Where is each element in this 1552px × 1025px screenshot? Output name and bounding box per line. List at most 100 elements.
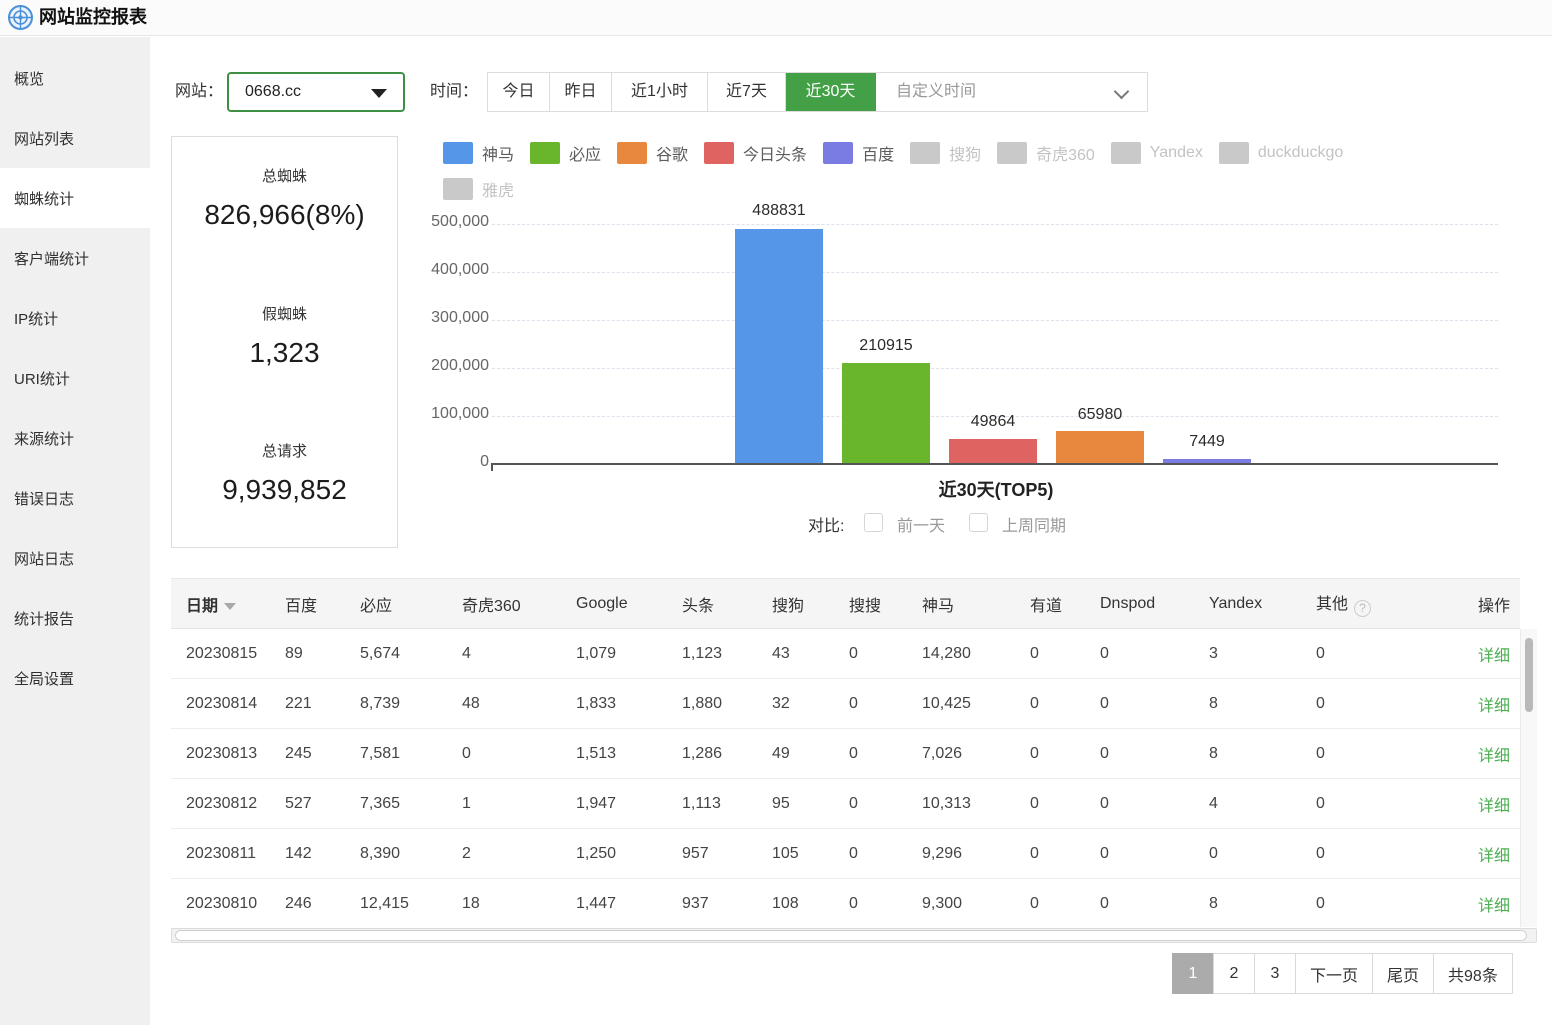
custom-time-select[interactable]: 自定义时间 [876, 73, 1147, 111]
table-row: 20230815 89 5,674 4 1,079 1,123 43 0 14,… [171, 629, 1520, 679]
cell: 245 [285, 729, 360, 779]
detail-link[interactable]: 详细 [1478, 848, 1510, 865]
vertical-scrollbar-thumb[interactable] [1525, 638, 1533, 712]
sidebar-item-source-stats[interactable]: 来源统计 [0, 408, 150, 468]
cell: 1,123 [682, 629, 772, 679]
bar-toutiao[interactable] [949, 439, 1037, 463]
legend-item-yandex[interactable]: Yandex [1111, 142, 1203, 164]
cell: 108 [772, 879, 849, 929]
top-bar: 网站监控报表 [0, 0, 1552, 36]
legend-item-bing[interactable]: 必应 [530, 141, 601, 165]
cell: 0 [1100, 729, 1209, 779]
fake-spiders-label: 假蜘蛛 [172, 303, 397, 324]
time-btn-last-7-days[interactable]: 近7天 [708, 73, 786, 111]
detail-link[interactable]: 详细 [1478, 698, 1510, 715]
fake-spiders-value: 1,323 [172, 337, 397, 369]
time-btn-today[interactable]: 今日 [488, 73, 550, 111]
cell: 1,079 [576, 629, 682, 679]
sidebar-item-uri-stats[interactable]: URI统计 [0, 348, 150, 408]
time-btn-last-1-hour[interactable]: 近1小时 [612, 73, 708, 111]
cell: 0 [849, 779, 922, 829]
legend-item-toutiao[interactable]: 今日头条 [704, 141, 807, 165]
target-logo-icon [7, 4, 34, 31]
cell: 0 [1030, 879, 1100, 929]
cell: 9,300 [922, 879, 1030, 929]
cell-date: 20230814 [171, 679, 285, 729]
sidebar-item-client-stats[interactable]: 客户端统计 [0, 228, 150, 288]
cell: 95 [772, 779, 849, 829]
detail-link[interactable]: 详细 [1478, 798, 1510, 815]
detail-link[interactable]: 详细 [1478, 898, 1510, 915]
cell: 8 [1209, 879, 1316, 929]
cell: 1,113 [682, 779, 772, 829]
cell: 0 [1030, 679, 1100, 729]
time-range-group: 今日 昨日 近1小时 近7天 近30天 自定义时间 [487, 72, 1148, 112]
cell: 49 [772, 729, 849, 779]
cell: 937 [682, 879, 772, 929]
sidebar-item-global-settings[interactable]: 全局设置 [0, 648, 150, 708]
time-btn-yesterday[interactable]: 昨日 [550, 73, 612, 111]
detail-link[interactable]: 详细 [1478, 748, 1510, 765]
horizontal-scrollbar[interactable] [171, 928, 1537, 943]
cell: 3 [1209, 629, 1316, 679]
next-page-button[interactable]: 下一页 [1295, 953, 1373, 994]
sidebar-item-site-log[interactable]: 网站日志 [0, 528, 150, 588]
sidebar-item-ip-stats[interactable]: IP统计 [0, 288, 150, 348]
legend-swatch [443, 178, 473, 200]
sidebar-item-site-list[interactable]: 网站列表 [0, 108, 150, 168]
legend-item-yahoo[interactable]: 雅虎 [443, 177, 514, 201]
last-page-button[interactable]: 尾页 [1372, 953, 1434, 994]
sidebar-item-overview[interactable]: 概览 [0, 48, 150, 108]
legend-label: 今日头条 [743, 141, 807, 165]
detail-link[interactable]: 详细 [1478, 648, 1510, 665]
bar-shenma[interactable] [735, 229, 823, 463]
chart-title: 近30天(TOP5) [796, 476, 1196, 502]
cell: 12,415 [360, 879, 462, 929]
cell: 89 [285, 629, 360, 679]
cell: 0 [1100, 779, 1209, 829]
sidebar: 概览 网站列表 蜘蛛统计 客户端统计 IP统计 URI统计 来源统计 错误日志 … [0, 37, 150, 1025]
time-btn-last-30-days[interactable]: 近30天 [786, 73, 876, 111]
cell: 7,365 [360, 779, 462, 829]
legend-item-sogou[interactable]: 搜狗 [910, 141, 981, 165]
cell: 0 [1030, 729, 1100, 779]
bar-bing[interactable] [842, 363, 930, 463]
cell: 0 [1316, 729, 1463, 779]
column-header-shenma: 神马 [922, 579, 1030, 629]
page-button-3[interactable]: 3 [1254, 953, 1296, 994]
total-count: 共98条 [1433, 953, 1513, 994]
cell-date: 20230812 [171, 779, 285, 829]
compare-previous-day-checkbox[interactable] [864, 513, 883, 532]
total-spiders-value: 826,966(8%) [172, 199, 397, 231]
column-header-soso: 搜搜 [849, 579, 922, 629]
legend-item-google[interactable]: 谷歌 [617, 141, 688, 165]
legend-item-shenma[interactable]: 神马 [443, 141, 514, 165]
sort-desc-icon [224, 603, 236, 610]
column-header-qihu360: 奇虎360 [462, 579, 576, 629]
sidebar-item-error-log[interactable]: 错误日志 [0, 468, 150, 528]
bar-baidu[interactable] [1163, 459, 1251, 463]
cell: 0 [1316, 879, 1463, 929]
cell: 0 [849, 679, 922, 729]
horizontal-scrollbar-thumb[interactable] [175, 930, 1527, 941]
legend-item-baidu[interactable]: 百度 [823, 141, 894, 165]
site-select[interactable]: 0668.cc [227, 72, 405, 112]
legend-item-duckduckgo[interactable]: duckduckgo [1219, 142, 1343, 164]
legend-swatch [704, 142, 734, 164]
cell: 8 [1209, 679, 1316, 729]
vertical-scrollbar[interactable] [1520, 629, 1537, 927]
page-button-2[interactable]: 2 [1213, 953, 1255, 994]
page-button-1[interactable]: 1 [1172, 953, 1214, 994]
sidebar-item-spider-stats[interactable]: 蜘蛛统计 [0, 168, 150, 228]
cell: 0 [1030, 829, 1100, 879]
site-select-value: 0668.cc [245, 74, 301, 110]
compare-last-week-checkbox[interactable] [969, 513, 988, 532]
sidebar-item-stats-report[interactable]: 统计报告 [0, 588, 150, 648]
cell: 1,947 [576, 779, 682, 829]
legend-item-qihu360[interactable]: 奇虎360 [997, 141, 1095, 165]
column-header-other: 其他? [1316, 579, 1463, 629]
bar-google[interactable] [1056, 431, 1144, 463]
x-axis-tick [491, 463, 493, 471]
help-icon[interactable]: ? [1354, 600, 1371, 617]
column-header-date[interactable]: 日期 [171, 579, 285, 629]
